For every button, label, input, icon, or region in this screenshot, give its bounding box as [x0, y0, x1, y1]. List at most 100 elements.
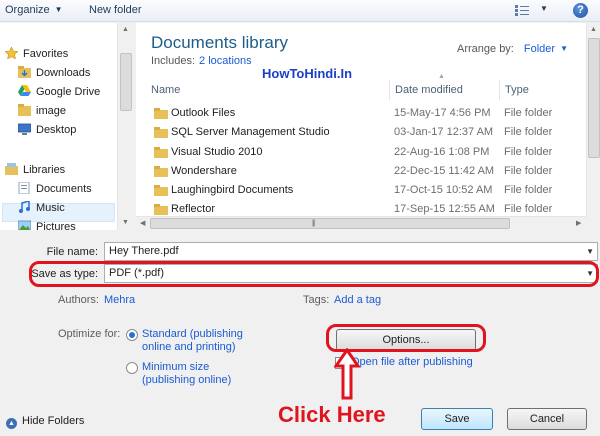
scroll-up-icon[interactable]: ▲ — [122, 26, 129, 33]
view-options-icon[interactable] — [515, 5, 529, 16]
nav-favorites[interactable]: Favorites — [5, 45, 68, 63]
nav-item-downloads[interactable]: Downloads — [18, 64, 90, 82]
file-name: Wondershare — [171, 165, 237, 177]
tags-label: Tags: — [303, 294, 330, 306]
nav-label: Documents — [36, 183, 92, 195]
nav-label: Desktop — [36, 124, 77, 136]
radio-line: online and printing) — [142, 341, 236, 353]
arrow-up-icon — [334, 348, 360, 400]
nav-item-desktop[interactable]: Desktop — [18, 121, 76, 139]
folder-icon — [18, 104, 31, 116]
nav-favorites-label: Favorites — [23, 48, 69, 60]
google-drive-icon — [18, 85, 31, 96]
file-row[interactable]: SQL Server Management Studio 03-Jan-17 1… — [146, 123, 586, 142]
arrange-label: Arrange by: — [457, 43, 514, 55]
file-type: File folder — [504, 203, 553, 215]
scroll-down-icon[interactable]: ▼ — [122, 219, 129, 226]
optimize-standard-text[interactable]: Standard (publishing online and printing) — [142, 328, 243, 354]
folder-icon — [154, 127, 168, 138]
open-after-label[interactable]: Open file after publishing — [351, 356, 473, 368]
new-folder-button[interactable]: New folder — [89, 4, 142, 16]
nav-item-google-drive[interactable]: Google Drive — [18, 83, 100, 101]
file-list-vscrollbar[interactable]: ▲ — [586, 23, 600, 216]
file-row[interactable]: Reflector 17-Sep-15 12:55 AM File folder — [146, 200, 586, 216]
file-date: 22-Aug-16 1:08 PM — [394, 146, 490, 158]
hide-folders-label: Hide Folders — [22, 415, 85, 427]
organize-button[interactable]: Organize ▼ — [5, 4, 63, 16]
pictures-icon — [18, 220, 31, 230]
file-type: File folder — [504, 146, 553, 158]
file-row[interactable]: Laughingbird Documents 17-Oct-15 10:52 A… — [146, 181, 586, 200]
nav-item-music[interactable]: Music — [18, 199, 65, 217]
file-row[interactable]: Visual Studio 2010 22-Aug-16 1:08 PM Fil… — [146, 143, 586, 162]
documents-icon — [18, 182, 30, 194]
file-name: Reflector — [171, 203, 216, 215]
library-includes: Includes: 2 locations — [151, 55, 252, 67]
hscroll-thumb[interactable] — [150, 218, 510, 229]
tags-input[interactable]: Add a tag — [334, 294, 381, 306]
chevron-up-icon: ▲ — [6, 418, 17, 429]
save-type-highlight — [29, 261, 599, 287]
nav-label: Google Drive — [36, 86, 101, 98]
vscroll-thumb[interactable] — [588, 38, 600, 158]
view-dropdown-icon[interactable]: ▼ — [540, 4, 548, 13]
nav-item-image[interactable]: image — [18, 102, 66, 120]
file-date: 15-May-17 4:56 PM — [394, 107, 491, 119]
file-name-field[interactable]: Hey There.pdf ▼ — [104, 242, 598, 261]
nav-label: Music — [36, 202, 65, 214]
libraries-icon — [5, 163, 18, 175]
library-title: Documents library — [151, 33, 288, 52]
optimize-minimum-radio[interactable] — [126, 362, 138, 374]
file-name-label: File name: — [46, 246, 98, 258]
column-header-name[interactable]: Name — [146, 80, 390, 100]
file-type: File folder — [504, 107, 553, 119]
nav-item-documents[interactable]: Documents — [18, 180, 92, 198]
optimize-standard-radio[interactable] — [126, 329, 138, 341]
nav-scroll-thumb[interactable] — [120, 53, 132, 111]
nav-libraries[interactable]: Libraries — [5, 161, 65, 179]
file-list-hscrollbar[interactable]: ◀ ||| ▶ — [136, 216, 586, 230]
nav-label: Pictures — [36, 221, 76, 230]
chevron-down-icon: ▼ — [560, 44, 568, 53]
music-icon — [19, 201, 30, 213]
chevron-down-icon: ▼ — [54, 5, 63, 14]
watermark: HowToHindi.In — [262, 66, 353, 81]
file-type: File folder — [504, 184, 553, 196]
radio-line: Standard (publishing — [142, 328, 243, 340]
folder-icon — [154, 185, 168, 196]
optimize-label: Optimize for: — [58, 328, 121, 340]
file-list-pane: Documents library Includes: 2 locations A… — [136, 23, 586, 216]
folder-icon — [154, 108, 168, 119]
save-button[interactable]: Save — [421, 408, 493, 430]
command-bar: Organize ▼ New folder ▼ ? — [0, 0, 600, 22]
folder-icon — [154, 147, 168, 158]
arrange-by-dropdown[interactable]: Folder ▼ — [524, 43, 568, 55]
chevron-down-icon[interactable]: ▼ — [586, 243, 594, 260]
column-header-date[interactable]: Date modified — [390, 80, 500, 100]
cancel-button[interactable]: Cancel — [507, 408, 587, 430]
column-header-type[interactable]: Type — [500, 80, 586, 100]
file-name: Visual Studio 2010 — [171, 146, 263, 158]
file-type: File folder — [504, 126, 553, 138]
nav-scrollbar[interactable]: ▲ ▼ — [117, 23, 134, 230]
hide-folders-button[interactable]: ▲ Hide Folders — [6, 415, 84, 429]
arrange-value: Folder — [523, 43, 556, 55]
scroll-left-icon[interactable]: ◀ — [140, 219, 145, 227]
nav-item-pictures[interactable]: Pictures — [18, 218, 76, 230]
file-date: 22-Dec-15 11:42 AM — [394, 165, 495, 177]
file-name: SQL Server Management Studio — [171, 126, 330, 138]
optimize-minimum-text[interactable]: Minimum size (publishing online) — [142, 361, 231, 387]
file-date: 17-Sep-15 12:55 AM — [394, 203, 495, 215]
folder-icon — [154, 204, 168, 215]
file-row[interactable]: Wondershare 22-Dec-15 11:42 AM File fold… — [146, 162, 586, 181]
file-date: 17-Oct-15 10:52 AM — [394, 184, 493, 196]
scroll-up-icon[interactable]: ▲ — [590, 26, 597, 33]
locations-link[interactable]: 2 locations — [199, 55, 252, 67]
help-icon[interactable]: ? — [573, 3, 588, 18]
file-date: 03-Jan-17 12:37 AM — [394, 126, 494, 138]
nav-label: Downloads — [36, 67, 91, 79]
authors-label: Authors: — [58, 294, 99, 306]
file-row[interactable]: Outlook Files 15-May-17 4:56 PM File fol… — [146, 104, 586, 123]
scroll-right-icon[interactable]: ▶ — [576, 219, 581, 227]
authors-value[interactable]: Mehra — [104, 294, 135, 306]
